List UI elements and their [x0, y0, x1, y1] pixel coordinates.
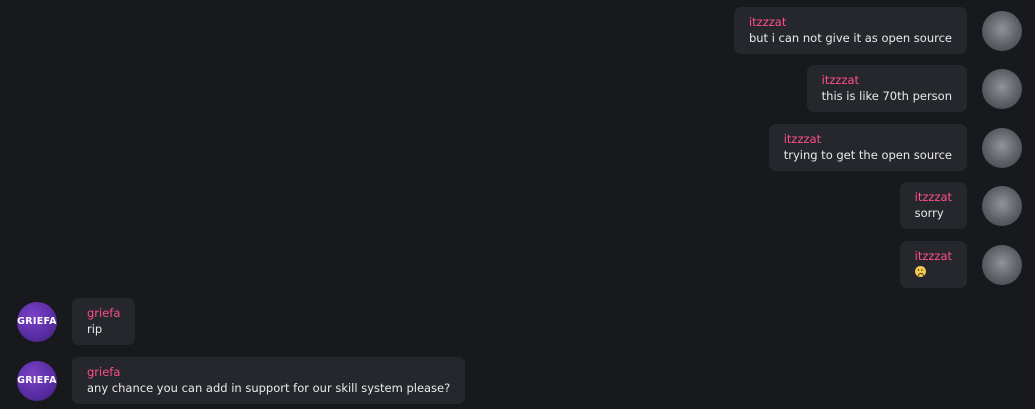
message-text: trying to get the open source — [783, 148, 952, 162]
chat-message: itzzzat — [899, 241, 1022, 288]
message-bubble: griefa rip — [72, 298, 136, 345]
message-text: any chance you can add in support for ou… — [87, 381, 451, 395]
user-avatar[interactable]: GRIEFA — [17, 360, 57, 401]
user-avatar[interactable]: GRIEFA — [17, 301, 57, 342]
user-avatar[interactable] — [982, 68, 1022, 109]
message-author[interactable]: griefa — [87, 364, 450, 380]
user-avatar[interactable] — [982, 127, 1022, 168]
message-bubble: itzzzat but i can not give it as open so… — [733, 7, 967, 54]
message-text: sorry — [914, 206, 944, 220]
chat-message: GRIEFA griefa any chance you can add in … — [17, 357, 466, 404]
chat-message: GRIEFA griefa rip — [17, 298, 136, 345]
frowning-face-emoji-icon — [914, 266, 926, 277]
chat-message: itzzzat but i can not give it as open so… — [733, 7, 1022, 54]
message-author[interactable]: itzzzat — [915, 248, 952, 264]
message-author[interactable]: griefa — [87, 305, 120, 321]
message-author[interactable]: itzzzat — [915, 189, 952, 205]
message-author[interactable]: itzzzat — [749, 14, 952, 30]
avatar-logo-text: GRIEFA — [17, 316, 57, 327]
message-bubble: itzzzat trying to get the open source — [768, 124, 967, 171]
message-bubble: griefa any chance you can add in support… — [72, 357, 466, 404]
message-bubble: itzzzat sorry — [899, 182, 967, 229]
message-author[interactable]: itzzzat — [784, 131, 952, 147]
chat-message-list: itzzzat but i can not give it as open so… — [0, 0, 1035, 409]
user-avatar[interactable] — [982, 185, 1022, 226]
user-avatar[interactable] — [982, 244, 1022, 285]
message-text: but i can not give it as open source — [748, 31, 952, 45]
user-avatar[interactable] — [982, 10, 1022, 51]
message-bubble: itzzzat — [899, 241, 967, 288]
message-bubble: itzzzat this is like 70th person — [806, 65, 967, 112]
message-text: this is like 70th person — [821, 89, 952, 103]
chat-message: itzzzat trying to get the open source — [768, 124, 1022, 171]
chat-message: itzzzat this is like 70th person — [806, 65, 1022, 112]
message-text — [914, 264, 952, 280]
message-text: rip — [87, 322, 103, 336]
message-author[interactable]: itzzzat — [822, 72, 952, 88]
chat-message: itzzzat sorry — [899, 182, 1022, 229]
avatar-logo-text: GRIEFA — [17, 375, 57, 386]
